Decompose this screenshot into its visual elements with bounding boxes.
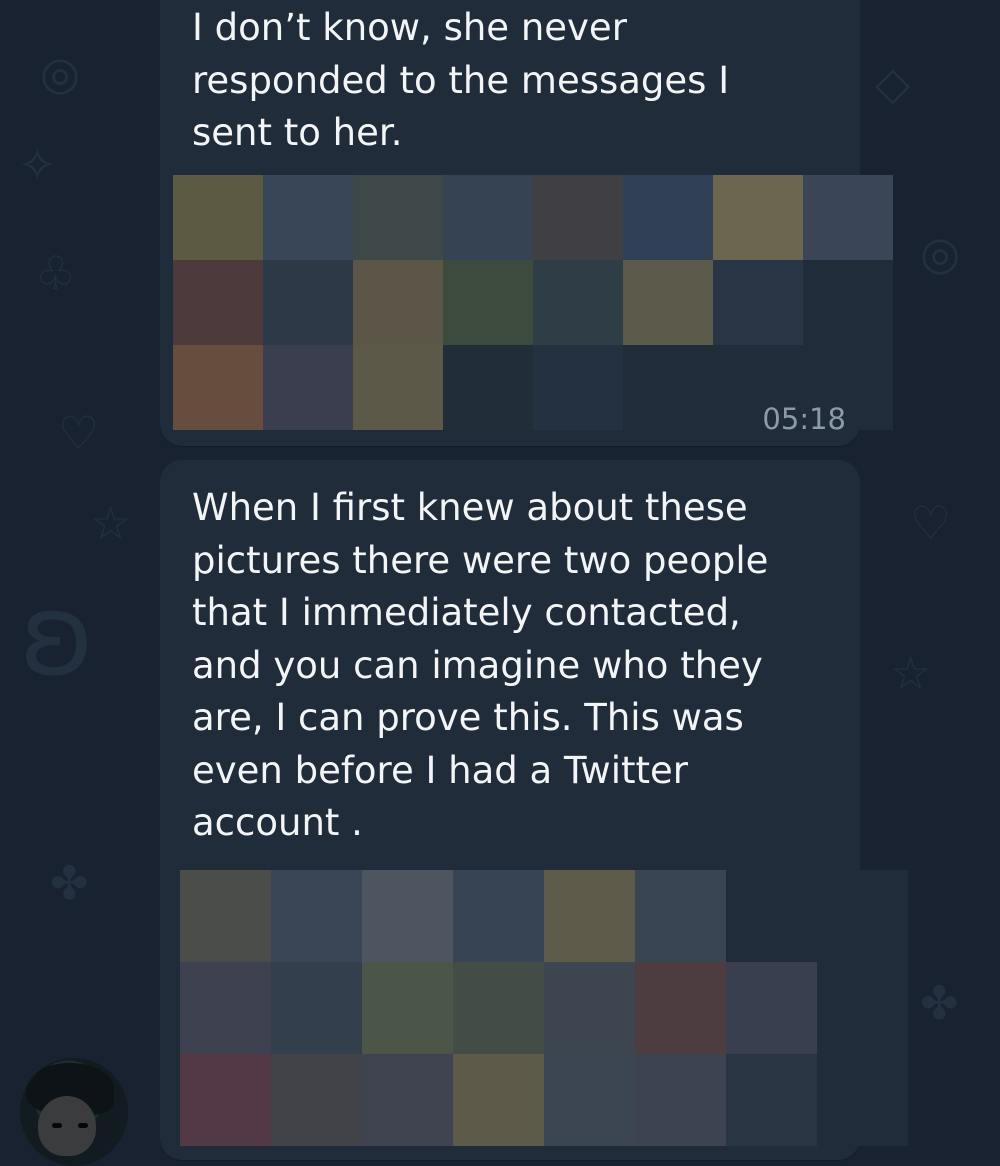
pixel-block <box>173 175 263 260</box>
pixel-block <box>443 345 533 430</box>
pixel-block <box>362 1054 453 1146</box>
heart-icon: ♡ <box>910 496 952 550</box>
swirl-icon: ◎ <box>40 46 81 100</box>
pixel-block <box>443 175 533 260</box>
pixel-block <box>803 260 893 345</box>
pixel-block <box>180 870 271 962</box>
pixel-block <box>453 1054 544 1146</box>
star-icon: ✧ <box>18 138 57 192</box>
redacted-image-preview[interactable] <box>173 175 893 430</box>
avatar[interactable] <box>20 1058 128 1166</box>
pixel-block <box>623 260 713 345</box>
pixel-block <box>623 175 713 260</box>
pixel-block <box>817 962 908 1054</box>
redacted-image-preview[interactable] <box>180 870 908 1146</box>
pixel-block <box>362 870 453 962</box>
pixel-block <box>713 260 803 345</box>
incoming-message-bubble[interactable]: When I first knew about these pictures t… <box>160 460 908 1160</box>
pixel-block <box>180 1054 271 1146</box>
pixel-block <box>533 175 623 260</box>
pixel-block <box>271 1054 362 1146</box>
cupcake-icon: ♧ <box>35 246 77 300</box>
message-time: 05:18 <box>762 402 846 436</box>
pixel-block <box>353 175 443 260</box>
pixel-block <box>533 260 623 345</box>
pixel-block <box>623 345 713 430</box>
pixel-block <box>635 1054 726 1146</box>
message-text: I don’t know, she never responded to the… <box>192 6 730 154</box>
pixel-block <box>180 962 271 1054</box>
pixel-block <box>263 175 353 260</box>
pixel-block <box>271 870 362 962</box>
pixel-block <box>726 1054 817 1146</box>
pixel-block <box>263 345 353 430</box>
swirl-icon: ◎ <box>920 226 961 280</box>
pixel-block <box>353 345 443 430</box>
pixel-block <box>726 870 817 962</box>
pixel-block <box>453 870 544 962</box>
pixel-block <box>173 260 263 345</box>
pixel-block <box>726 962 817 1054</box>
pixel-block <box>362 962 453 1054</box>
pixel-block <box>713 175 803 260</box>
paw-icon: ✤ <box>920 976 959 1030</box>
pizza-icon: ◇ <box>875 56 911 110</box>
incoming-message-bubble[interactable]: I don’t know, she never responded to the… <box>160 0 893 446</box>
pixel-block <box>817 1054 908 1146</box>
pixel-block <box>453 962 544 1054</box>
avatar-eye <box>52 1123 62 1128</box>
avatar-eye <box>78 1123 88 1128</box>
heart-icon: ♡ <box>58 406 100 460</box>
dinosaur-icon: ʚ <box>20 571 95 701</box>
pixel-block <box>271 962 362 1054</box>
pixel-block <box>803 175 893 260</box>
pixel-block <box>533 345 623 430</box>
star-icon: ☆ <box>890 646 932 700</box>
pixel-block <box>443 260 533 345</box>
pixel-block <box>635 962 726 1054</box>
pixel-block <box>353 260 443 345</box>
pixel-block <box>173 345 263 430</box>
pixel-block <box>817 870 908 962</box>
pixel-block <box>263 260 353 345</box>
message-text: When I first knew about these pictures t… <box>192 486 769 844</box>
pixel-block <box>635 870 726 962</box>
paw-icon: ✤ <box>50 856 89 910</box>
star-icon: ☆ <box>90 496 132 550</box>
pixel-block <box>544 870 635 962</box>
pixel-block <box>544 962 635 1054</box>
pixel-block <box>544 1054 635 1146</box>
